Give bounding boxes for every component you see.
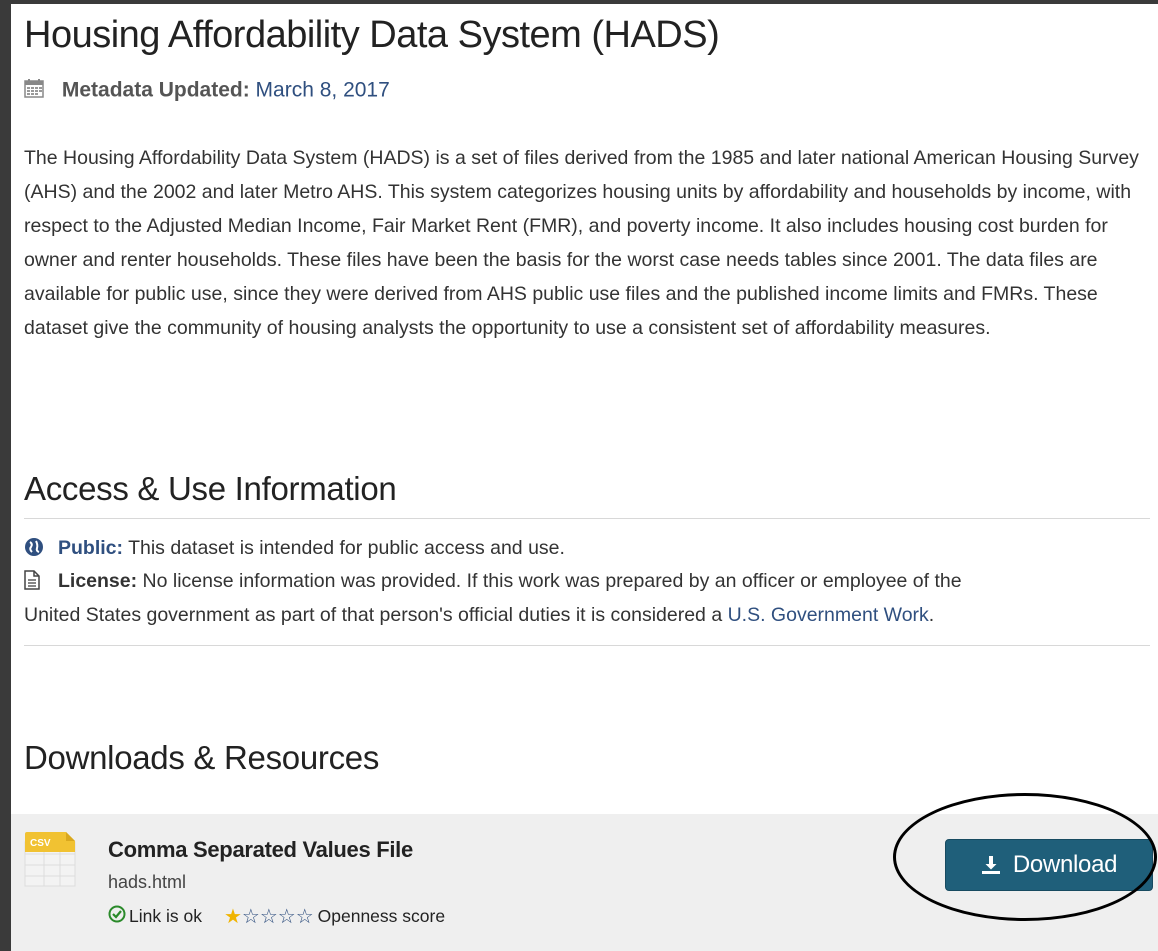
star-empty-icon: ☆ <box>259 905 278 928</box>
csv-file-icon: CSV <box>24 832 78 888</box>
window-frame-left <box>0 0 11 951</box>
check-circle-icon <box>108 905 126 928</box>
star-filled-icon: ★ <box>223 905 242 928</box>
license-label: License: <box>58 570 138 592</box>
access-heading: Access & Use Information <box>24 470 397 507</box>
license-period: . <box>928 604 935 626</box>
download-button-label: Download <box>1012 851 1118 878</box>
star-empty-icon: ☆ <box>295 905 314 928</box>
document-icon <box>24 570 40 596</box>
resource-status: Link is ok ★ ☆ ☆ ☆ ☆ Openness score <box>108 905 445 928</box>
license-text-1: No license information was provided. If … <box>142 570 962 592</box>
metadata-label: Metadata Updated: <box>61 78 250 102</box>
access-divider <box>24 518 1150 519</box>
public-access-line: Public: This dataset is intended for pub… <box>24 537 565 563</box>
download-button[interactable]: Download <box>945 839 1153 891</box>
us-government-work-link[interactable]: U.S. Government Work <box>728 604 929 626</box>
dataset-description: The Housing Affordability Data System (H… <box>24 147 1139 339</box>
download-icon <box>981 856 1000 874</box>
star-empty-icon: ☆ <box>277 905 296 928</box>
openness-stars: ★ ☆ ☆ ☆ ☆ <box>224 907 314 927</box>
resource-item: CSV Comma Separated Values File hads.htm… <box>11 814 1158 951</box>
public-text: This dataset is intended for public acce… <box>128 537 565 559</box>
license-text-2: United States government as part of that… <box>24 604 723 626</box>
page-title: Housing Affordability Data System (HADS) <box>24 14 720 56</box>
downloads-heading: Downloads & Resources <box>24 739 380 776</box>
resource-filename: hads.html <box>108 872 187 892</box>
resource-title[interactable]: Comma Separated Values File <box>108 837 413 863</box>
metadata-updated: Metadata Updated: March 8, 2017 <box>24 78 390 104</box>
calendar-icon <box>24 78 44 104</box>
openness-label: Openness score <box>317 906 446 926</box>
link-status: Link is ok <box>129 906 202 926</box>
metadata-date: March 8, 2017 <box>255 78 390 102</box>
star-empty-icon: ☆ <box>241 905 260 928</box>
globe-icon <box>24 537 44 563</box>
window-frame-top <box>0 0 1158 4</box>
public-label: Public: <box>58 537 124 559</box>
license-divider <box>24 645 1150 646</box>
license-line: License: No license information was prov… <box>24 570 962 596</box>
csv-icon-label: CSV <box>30 838 51 849</box>
license-line-2: United States government as part of that… <box>24 604 934 627</box>
